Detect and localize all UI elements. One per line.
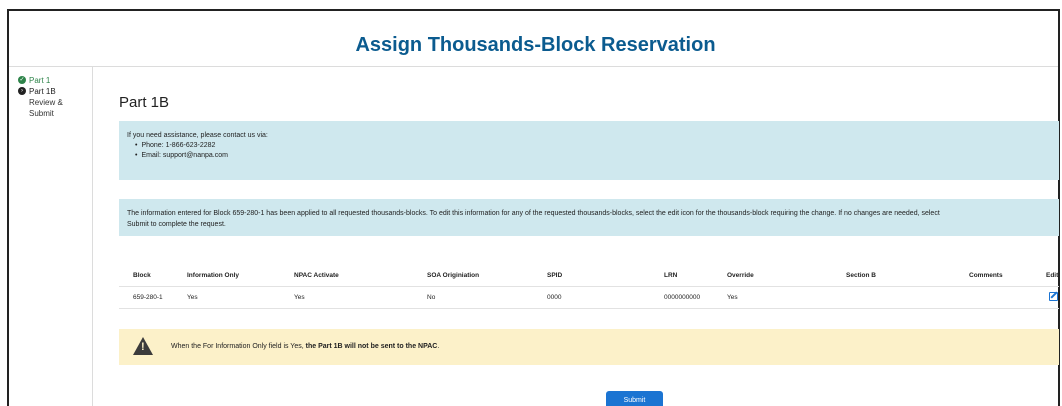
- column-header-override: Override: [727, 272, 754, 279]
- submit-button[interactable]: Submit: [606, 391, 663, 406]
- progress-sidebar: ✓ Part 1 › Part 1B Review & Submit: [9, 67, 93, 406]
- column-header-lrn: LRN: [664, 272, 678, 279]
- section-title: Part 1B: [119, 94, 170, 111]
- cell-information-only: Yes: [187, 294, 198, 301]
- contact-intro: If you need assistance, please contact u…: [127, 132, 268, 139]
- warning-text-bold: the Part 1B will not be sent to the NPAC: [303, 343, 438, 350]
- applied-info-notice: The information entered for Block 659-28…: [119, 199, 1059, 236]
- warning-text: When the For Information Only field is Y…: [171, 343, 439, 350]
- table-header-row: Block Information Only NPAC Activate SOA…: [119, 265, 1059, 287]
- column-header-spid: SPID: [547, 272, 563, 279]
- column-header-soa-origination: SOA Originiation: [427, 272, 480, 279]
- sidebar-item-label: Review &: [29, 98, 63, 107]
- column-header-block: Block: [133, 272, 151, 279]
- column-header-npac-activate: NPAC Activate: [294, 272, 339, 279]
- notice-line-2: Submit to complete the request.: [127, 221, 226, 228]
- contact-email: Email: support@nanpa.com: [135, 151, 1051, 161]
- column-header-edit: Edit: [1046, 272, 1059, 279]
- column-header-comments: Comments: [969, 272, 1003, 279]
- column-header-information-only: Information Only: [187, 272, 239, 279]
- cell-lrn: 0000000000: [664, 294, 701, 301]
- cell-block: 659-280-1: [133, 294, 163, 301]
- warning-text-prefix: When the For Information Only field is Y…: [171, 343, 304, 350]
- sidebar-item-label-line2: Submit: [29, 109, 54, 118]
- sidebar-item-review-submit[interactable]: Review & Submit: [29, 97, 63, 119]
- edit-icon[interactable]: [1049, 292, 1058, 301]
- sidebar-item-label: Part 1: [29, 76, 51, 85]
- check-circle-icon: ✓: [18, 76, 26, 84]
- warning-icon: !: [133, 337, 153, 355]
- table-row: 659-280-1 Yes Yes No 0000 0000000000 Yes: [119, 287, 1059, 309]
- cell-soa-origination: No: [427, 294, 436, 301]
- column-header-section-b: Section B: [846, 272, 876, 279]
- cell-npac-activate: Yes: [294, 294, 305, 301]
- contact-phone: Phone: 1-866-623-2282: [135, 141, 1051, 151]
- app-frame: Assign Thousands-Block Reservation ✓ Par…: [7, 9, 1060, 406]
- header-divider: [9, 66, 1058, 67]
- warning-text-suffix: .: [437, 343, 440, 350]
- page-header-title: Assign Thousands-Block Reservation: [355, 34, 716, 56]
- notice-line-1: The information entered for Block 659-28…: [127, 210, 940, 217]
- contact-info-box: If you need assistance, please contact u…: [119, 121, 1059, 180]
- information-only-warning: ! When the For Information Only field is…: [119, 329, 1059, 365]
- sidebar-item-label: Part 1B: [29, 87, 56, 96]
- sidebar-item-part-1[interactable]: ✓ Part 1: [18, 75, 51, 86]
- blocks-table: Block Information Only NPAC Activate SOA…: [119, 265, 1059, 309]
- arrow-circle-icon: ›: [18, 87, 26, 95]
- sidebar-item-part-1b[interactable]: › Part 1B: [18, 86, 56, 97]
- cell-spid: 0000: [547, 294, 562, 301]
- cell-override: Yes: [727, 294, 738, 301]
